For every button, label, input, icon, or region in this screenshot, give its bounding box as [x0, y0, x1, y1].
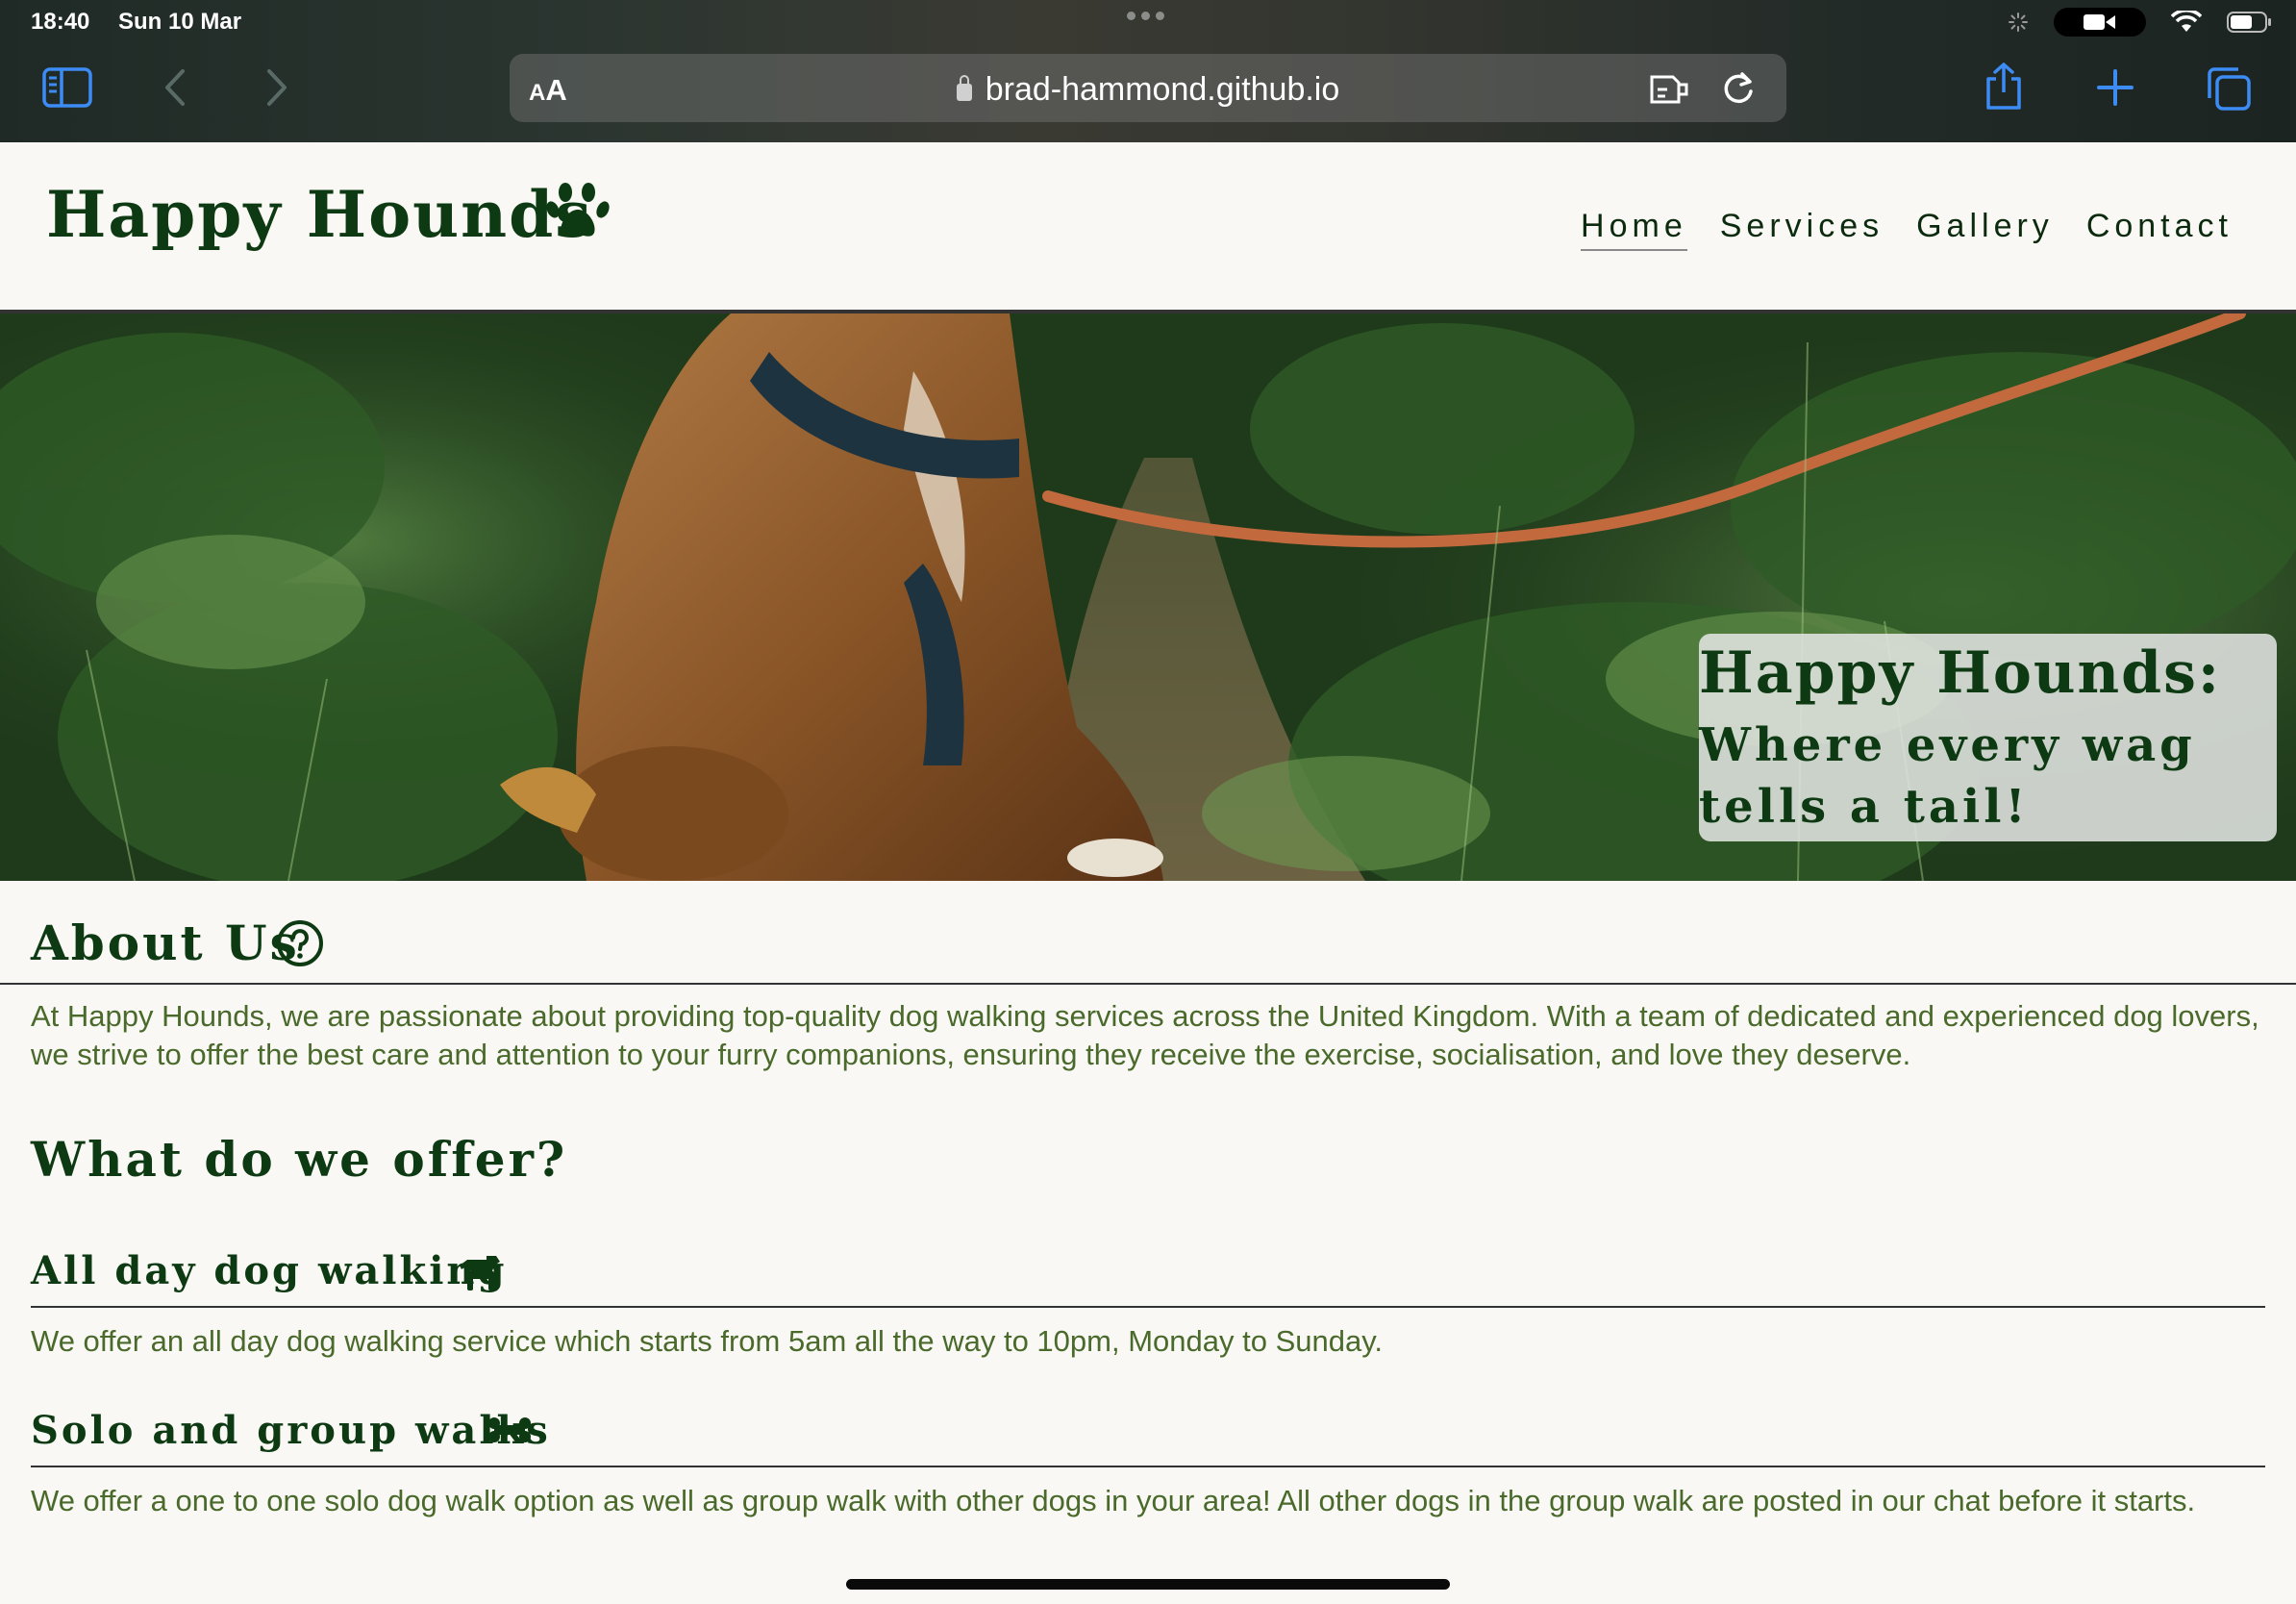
- about-heading: About Us: [31, 915, 300, 971]
- activity-spinner-icon: [2009, 13, 2028, 32]
- offer-item-body: We offer a one to one solo dog walk opti…: [31, 1484, 2196, 1517]
- camera-indicator-icon: [2054, 8, 2146, 37]
- site-header: Happy Hounds Home Services Gallery Conta…: [0, 142, 2296, 313]
- offer-item-divider: [31, 1466, 2265, 1467]
- nav-contact[interactable]: Contact: [2086, 208, 2233, 251]
- reload-icon[interactable]: [1721, 70, 1756, 107]
- nav-services[interactable]: Services: [1720, 208, 1884, 251]
- nav-gallery[interactable]: Gallery: [1916, 208, 2054, 251]
- sidebar-toggle-icon[interactable]: [42, 67, 92, 108]
- offer-item-title: All day dog walking: [31, 1248, 508, 1293]
- lock-icon: [956, 75, 972, 101]
- share-icon[interactable]: [1983, 62, 2025, 112]
- back-icon[interactable]: [162, 67, 188, 108]
- dog-icon: [460, 1256, 500, 1291]
- tab-overview-icon[interactable]: [2206, 65, 2252, 112]
- forward-icon[interactable]: [263, 67, 290, 108]
- tab-tools-icon[interactable]: [1648, 73, 1690, 106]
- url-text: brad-hammond.github.io: [985, 71, 1340, 108]
- hero-subtitle: Where every wag tells a tail!: [1699, 718, 2196, 834]
- browser-chrome: 18:40 Sun 10 Mar AA brad-hammond.github.…: [0, 0, 2296, 142]
- address-bar[interactable]: AA brad-hammond.github.io: [510, 54, 1786, 122]
- multitasking-dots[interactable]: [1127, 12, 1164, 20]
- system-status-icons: [2008, 8, 2273, 37]
- offer-item-body: We offer an all day dog walking service …: [31, 1324, 1384, 1358]
- status-time: 18:40: [31, 9, 90, 35]
- hero-caption: Happy Hounds: Where every wag tells a ta…: [1699, 634, 2277, 841]
- status-date: Sun 10 Mar: [118, 9, 242, 35]
- about-divider: [0, 983, 2296, 985]
- paw-icon: [546, 183, 610, 237]
- hero-title: Happy Hounds:: [1699, 639, 2222, 707]
- url-display[interactable]: brad-hammond.github.io: [510, 71, 1786, 109]
- nav-home[interactable]: Home: [1581, 208, 1687, 251]
- main-nav: Home Services Gallery Contact: [1581, 208, 2233, 251]
- offer-heading: What do we offer?: [31, 1131, 568, 1188]
- home-indicator[interactable]: [846, 1579, 1450, 1590]
- hero-banner: Happy Hounds: Where every wag tells a ta…: [0, 313, 2296, 881]
- site-logo[interactable]: Happy Hounds: [46, 177, 592, 252]
- wifi-icon: [2171, 11, 2202, 32]
- offer-item-title: Solo and group walks: [31, 1408, 551, 1453]
- battery-icon: [2227, 12, 2271, 33]
- question-circle-icon: [277, 920, 323, 966]
- about-body: At Happy Hounds, we are passionate about…: [31, 999, 2259, 1071]
- new-tab-icon[interactable]: [2096, 68, 2134, 107]
- offer-item-divider: [31, 1306, 2265, 1308]
- bone-icon: [488, 1417, 531, 1442]
